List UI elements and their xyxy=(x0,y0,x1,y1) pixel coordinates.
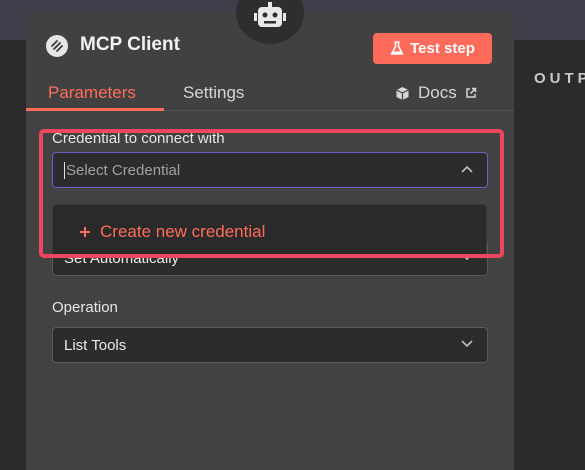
tab-parameters[interactable]: Parameters xyxy=(48,83,136,103)
chevron-down-icon xyxy=(461,340,473,348)
docs-link[interactable]: Docs xyxy=(395,83,477,103)
test-step-label: Test step xyxy=(410,40,475,57)
external-link-icon xyxy=(465,87,476,98)
highlight-box xyxy=(39,129,504,258)
node-title: MCP Client xyxy=(80,34,180,55)
operation-select[interactable]: List Tools xyxy=(52,327,488,363)
output-panel-label: OUTPUT xyxy=(534,70,585,87)
robot-icon xyxy=(254,2,286,27)
test-step-button[interactable]: Test step xyxy=(373,33,492,64)
operation-label: Operation xyxy=(52,299,118,316)
output-panel xyxy=(514,40,585,470)
docs-label: Docs xyxy=(418,83,457,102)
flask-icon xyxy=(390,41,404,55)
cube-icon xyxy=(396,86,409,100)
mcp-logo-icon xyxy=(46,35,68,57)
tab-settings[interactable]: Settings xyxy=(183,83,244,103)
operation-value: List Tools xyxy=(64,336,127,354)
